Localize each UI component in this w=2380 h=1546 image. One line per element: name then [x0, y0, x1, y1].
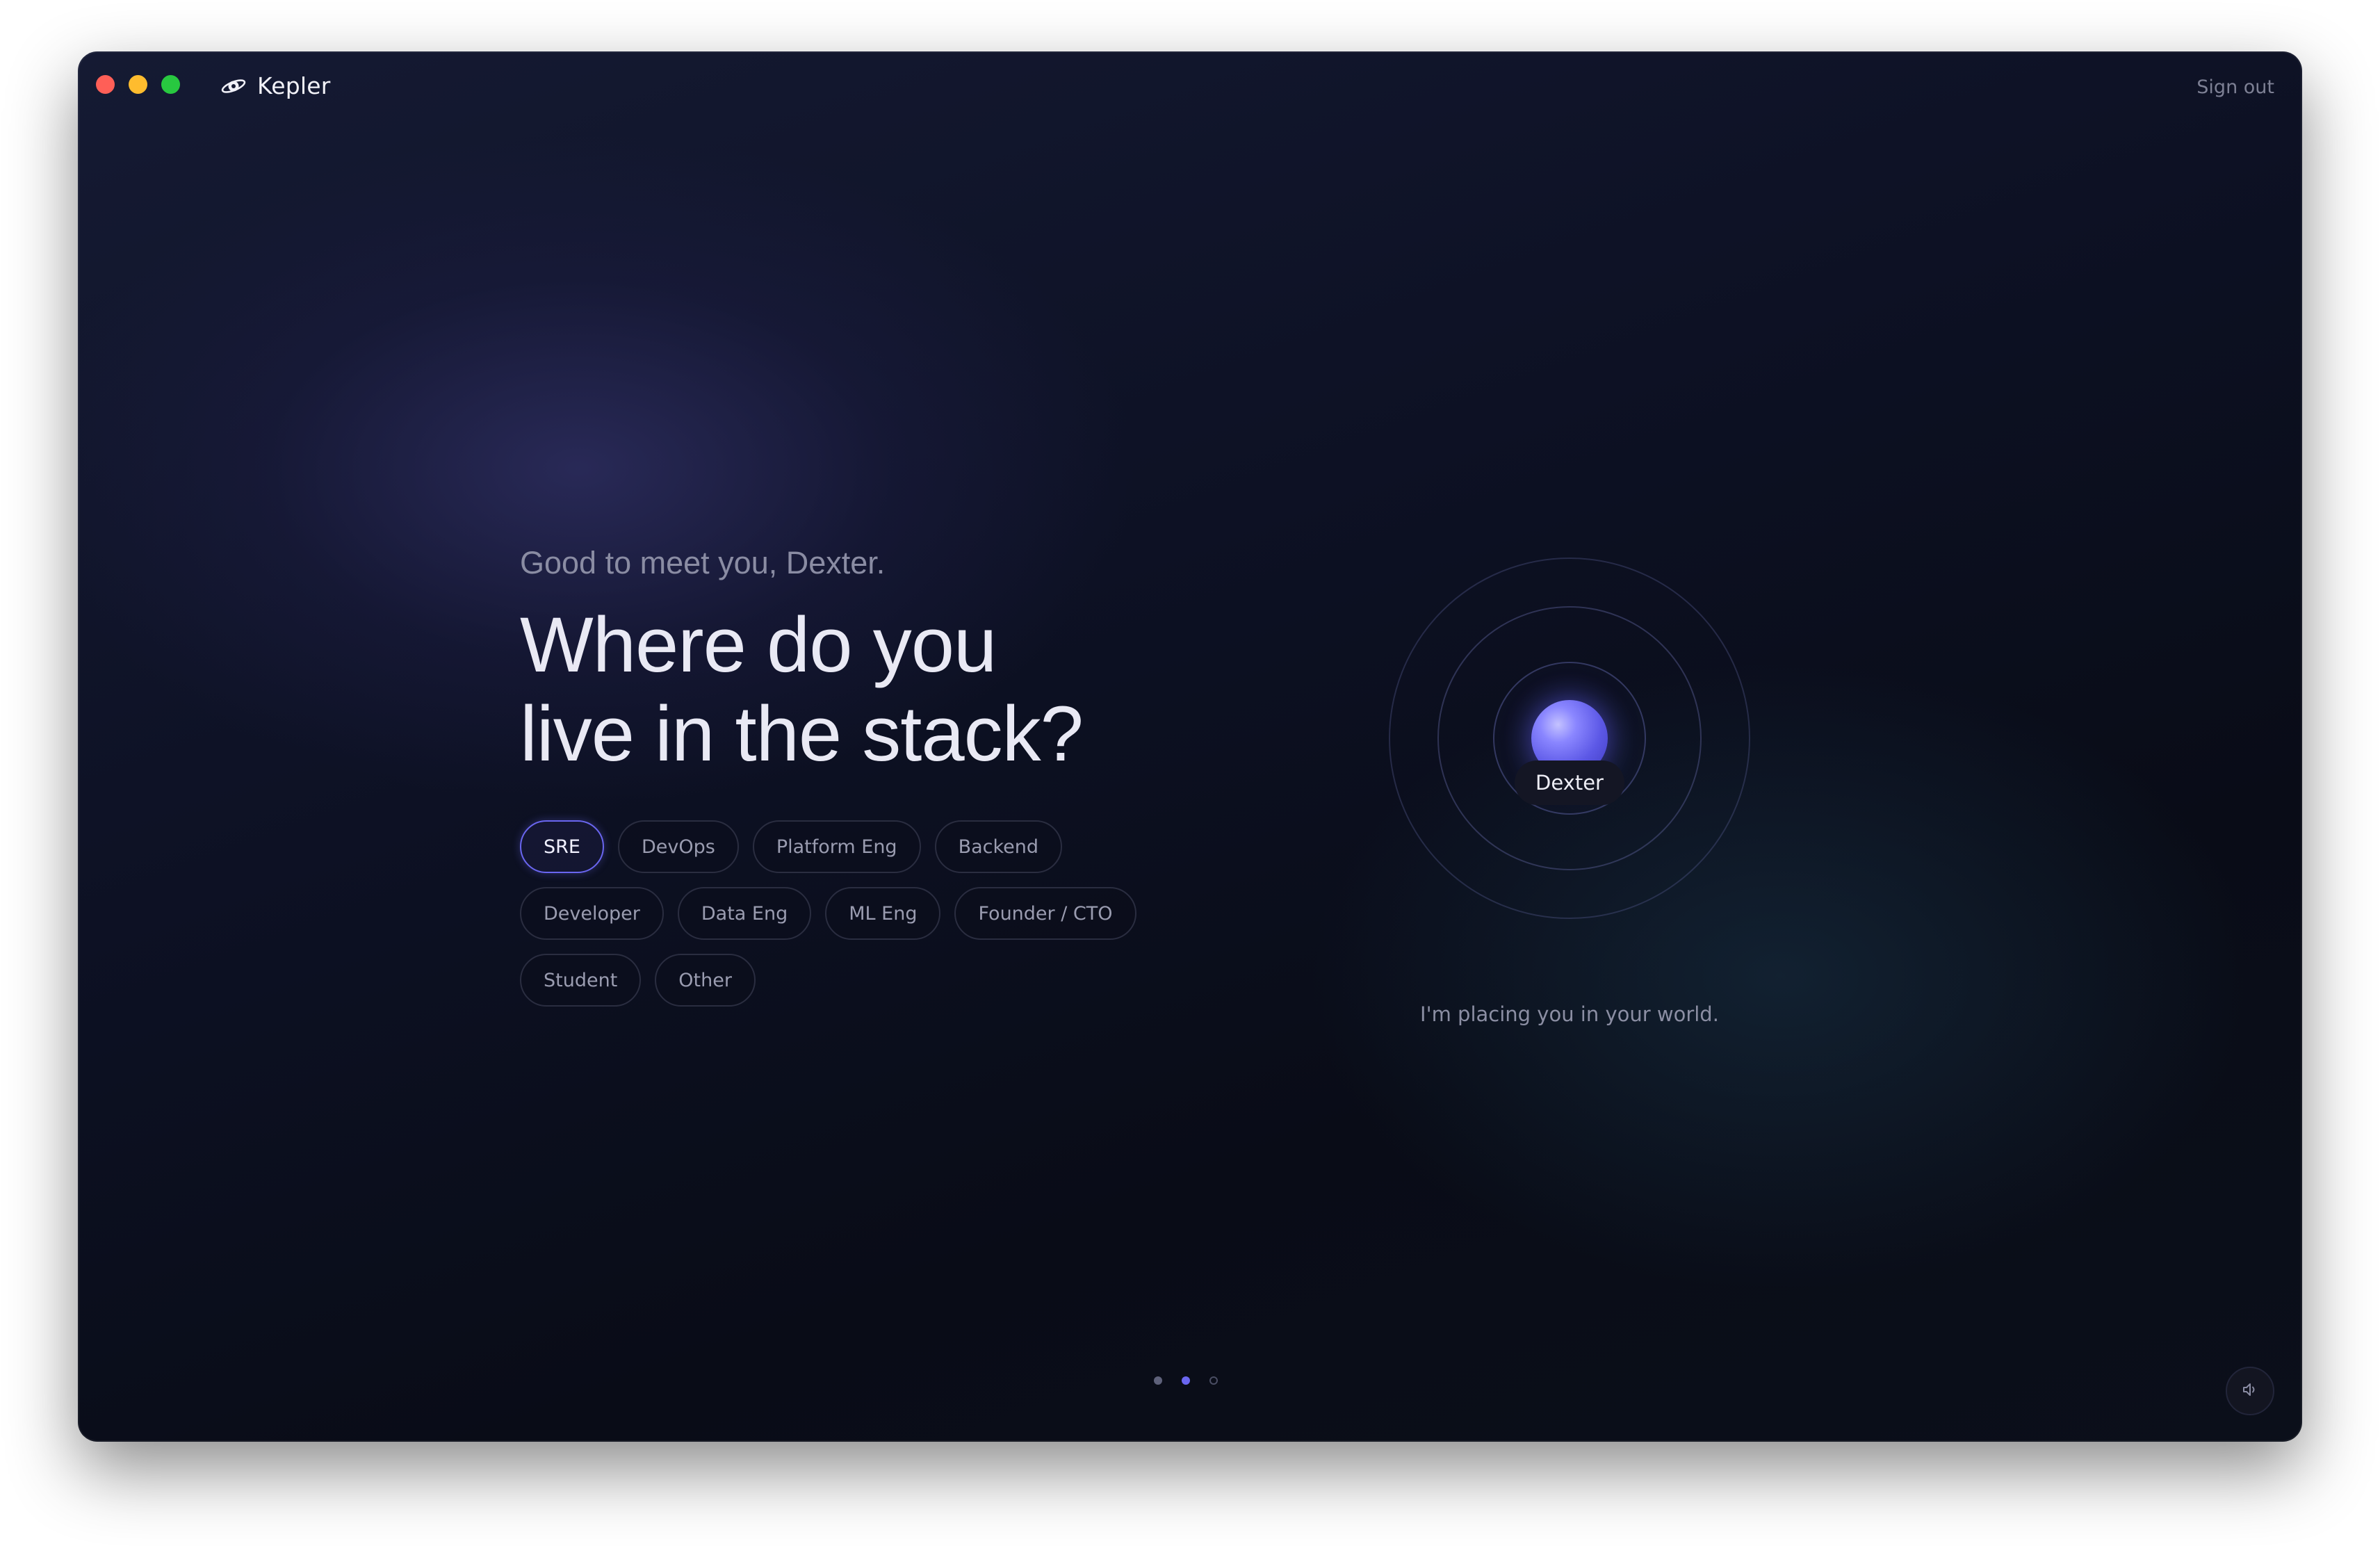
role-chip-developer[interactable]: Developer — [520, 887, 664, 940]
role-row: SRE DevOps Platform Eng Backend — [520, 820, 1146, 873]
role-chip-other[interactable]: Other — [655, 954, 756, 1007]
role-options: SRE DevOps Platform Eng Backend Develope… — [520, 820, 1146, 1007]
step-dot-1[interactable] — [1154, 1376, 1162, 1385]
step-dot-2[interactable] — [1182, 1376, 1190, 1385]
window-controls — [96, 75, 180, 94]
app-window: Kepler Sign out Good to meet you, Dexter… — [78, 51, 2302, 1442]
role-chip-backend[interactable]: Backend — [934, 820, 1063, 873]
orbit-visual: Dexter — [1389, 558, 1750, 919]
role-chip-platform-eng[interactable]: Platform Eng — [752, 820, 921, 873]
role-chip-founder-cto[interactable]: Founder / CTO — [954, 887, 1136, 940]
step-indicator — [1154, 1376, 1218, 1385]
greeting-text: Good to meet you, Dexter. — [520, 545, 886, 580]
sound-toggle-button[interactable] — [2226, 1367, 2274, 1415]
minimize-window-button[interactable] — [129, 75, 147, 94]
headline-line-1: Where do you — [520, 601, 997, 688]
maximize-window-button[interactable] — [161, 75, 180, 94]
role-chip-sre[interactable]: SRE — [520, 820, 604, 873]
role-chip-ml-eng[interactable]: ML Eng — [825, 887, 941, 940]
brand: Kepler — [220, 72, 331, 99]
orbit-caption: I'm placing you in your world. — [1420, 1002, 1719, 1026]
app-name: Kepler — [257, 72, 331, 99]
role-row: Student Other — [520, 954, 1146, 1007]
planet-icon — [220, 76, 247, 97]
role-chip-devops[interactable]: DevOps — [617, 820, 739, 873]
headline-line-2: live in the stack? — [520, 690, 1084, 777]
onboarding-panel: Good to meet you, Dexter. Where do you l… — [520, 545, 1250, 1020]
close-window-button[interactable] — [96, 75, 115, 94]
role-chip-data-eng[interactable]: Data Eng — [677, 887, 812, 940]
step-dot-3[interactable] — [1209, 1376, 1218, 1385]
role-row: Developer Data Eng ML Eng Founder / CTO — [520, 887, 1146, 940]
role-chip-student[interactable]: Student — [520, 954, 642, 1007]
user-name-badge: Dexter — [1515, 760, 1624, 805]
speaker-icon — [2240, 1380, 2260, 1402]
page-title: Where do you live in the stack? — [520, 601, 1250, 779]
sign-out-link[interactable]: Sign out — [2196, 76, 2274, 98]
